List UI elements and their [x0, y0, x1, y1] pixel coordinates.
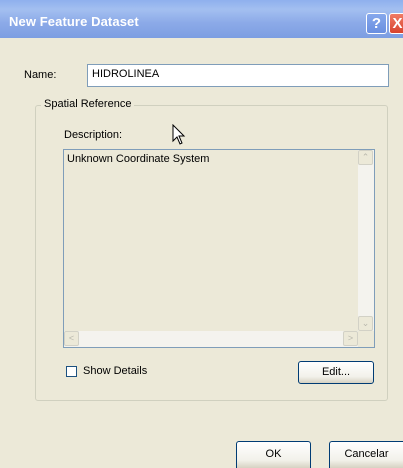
horizontal-scrollbar[interactable]: < >: [64, 331, 358, 347]
name-input[interactable]: HIDROLINEA: [87, 64, 389, 87]
description-label: Description:: [64, 129, 123, 141]
dialog-title: New Feature Dataset: [9, 14, 139, 29]
name-label: Name:: [24, 69, 57, 81]
spatial-reference-title: Spatial Reference: [41, 98, 135, 110]
scroll-right-button[interactable]: >: [343, 331, 358, 346]
help-button[interactable]: ?: [366, 13, 387, 34]
show-details-checkbox[interactable]: [66, 366, 77, 377]
edit-button[interactable]: Edit...: [298, 361, 374, 384]
scroll-up-button[interactable]: ⌃: [358, 150, 373, 165]
scrollbar-corner: [358, 331, 374, 347]
close-button[interactable]: X: [389, 13, 403, 34]
scroll-left-button[interactable]: <: [64, 331, 79, 346]
title-bar[interactable]: New Feature Dataset ? X: [0, 0, 403, 38]
new-feature-dataset-dialog: New Feature Dataset ? X Name: HIDROLINEA…: [0, 0, 403, 468]
mouse-pointer-icon: [172, 124, 186, 145]
scroll-down-button[interactable]: ⌄: [358, 316, 373, 331]
ok-button[interactable]: OK: [236, 441, 311, 468]
vertical-scrollbar[interactable]: ⌃ ⌄: [358, 150, 374, 331]
description-textbox[interactable]: Unknown Coordinate System ⌃ ⌄ < >: [63, 149, 375, 348]
description-text: Unknown Coordinate System: [67, 153, 210, 165]
cancel-button[interactable]: Cancelar: [329, 441, 403, 468]
show-details-label[interactable]: Show Details: [83, 365, 147, 377]
